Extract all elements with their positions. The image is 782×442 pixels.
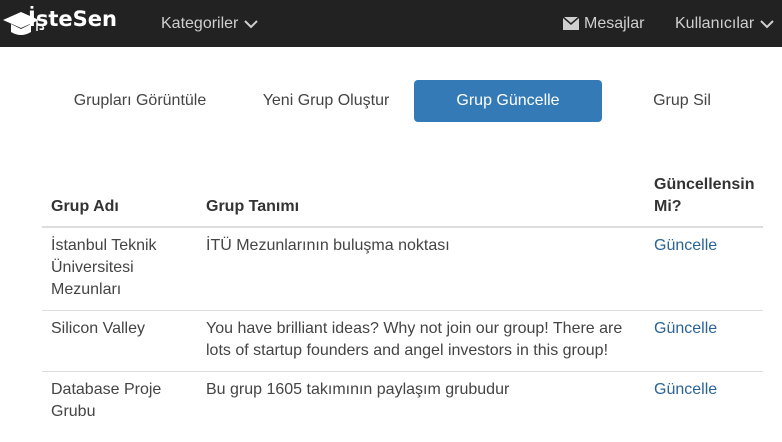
tab-gruplari-goruntule[interactable]: Grupları Görüntüle (60, 80, 220, 122)
guncelle-link[interactable]: Güncelle (654, 379, 717, 401)
column-header-grup-adi: Grup Adı (51, 198, 119, 215)
tab-yeni-grup-olustur[interactable]: Yeni Grup Oluştur (246, 80, 406, 122)
table-header-divider (42, 226, 763, 228)
row-divider (42, 310, 763, 311)
nav-kategoriler-dropdown[interactable]: Kategoriler (161, 0, 259, 47)
row-group-name: Database Proje Grubu (51, 381, 162, 420)
envelope-icon (563, 17, 579, 30)
tab-grup-guncelle[interactable]: Grup Güncelle (414, 80, 602, 122)
nav-kullanicilar-label: Kullanıcılar (675, 14, 755, 32)
row-group-name: Silicon Valley (51, 320, 145, 337)
row-group-name: İstanbul Teknik Üniversitesi Mezunları (51, 237, 157, 298)
chevron-down-icon (760, 19, 774, 28)
row-group-description: You have brilliant ideas? Why not join o… (206, 320, 623, 359)
chevron-down-icon (244, 19, 259, 28)
nav-kategoriler-label: Kategoriler (161, 14, 239, 32)
nav-mesajlar-link[interactable]: Mesajlar (563, 0, 644, 47)
top-navbar: İşteSen Kategoriler Mesajlar Kullanıcıla… (0, 0, 782, 47)
nav-kullanicilar-dropdown[interactable]: Kullanıcılar (675, 0, 774, 47)
row-divider (42, 371, 763, 372)
row-group-description: İTÜ Mezunlarının buluşma noktası (206, 237, 450, 254)
column-header-grup-tanimi: Grup Tanımı (206, 198, 300, 215)
column-header-guncellensin: Güncellensin Mi? (654, 176, 755, 215)
nav-mesajlar-label: Mesajlar (584, 14, 645, 32)
tab-grup-sil[interactable]: Grup Sil (622, 80, 742, 122)
row-group-description: Bu grup 1605 takımının paylaşım grubudur (206, 381, 510, 398)
guncelle-link[interactable]: Güncelle (654, 318, 717, 340)
brand-name: İşteSen (28, 7, 117, 31)
guncelle-link[interactable]: Güncelle (654, 235, 717, 257)
